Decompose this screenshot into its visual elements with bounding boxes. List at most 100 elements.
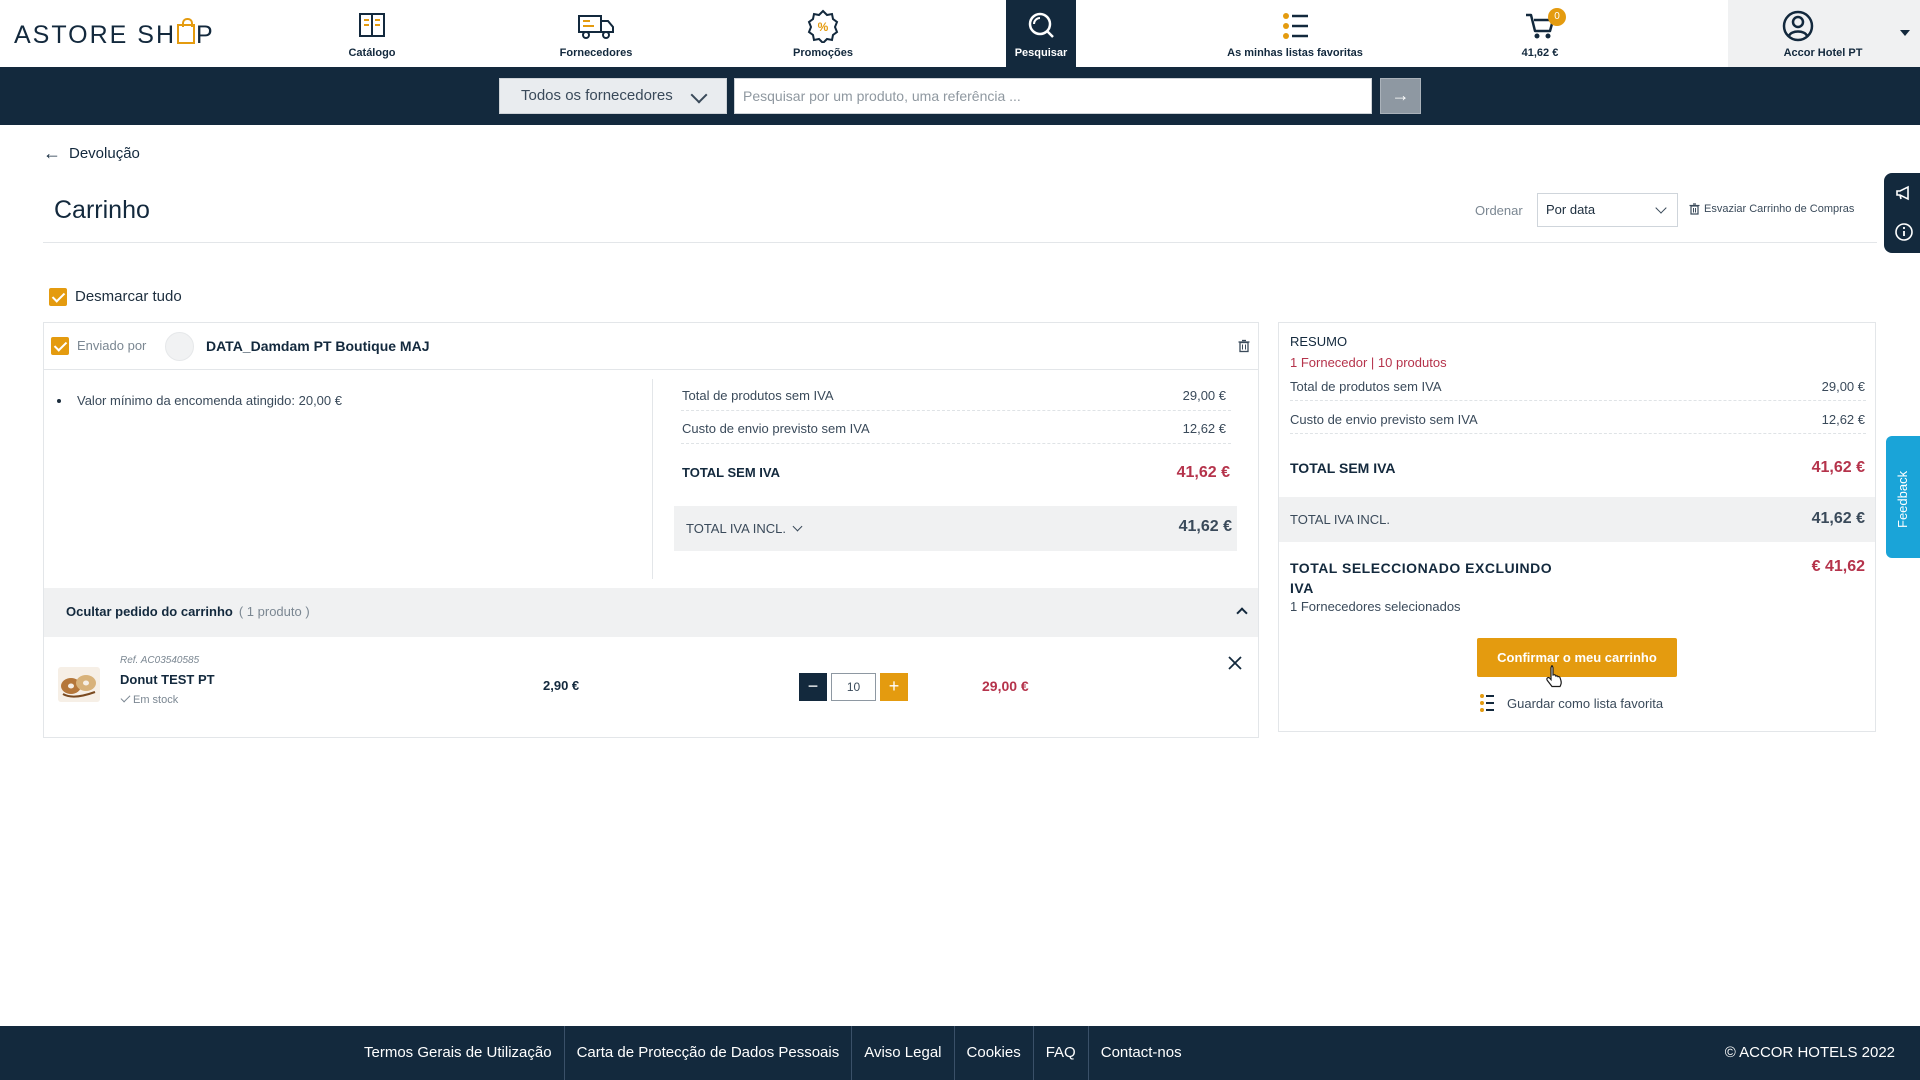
footer-links: Termos Gerais de Utilização Carta de Pro… bbox=[352, 1026, 1194, 1080]
chevron-down-icon bbox=[1655, 202, 1667, 214]
summary-row-value: 29,00 € bbox=[1182, 388, 1226, 403]
footer-link-cookies[interactable]: Cookies bbox=[953, 1026, 1033, 1080]
chevron-down-icon bbox=[690, 86, 708, 104]
summary-row: Total de produtos sem IVA 29,00 € bbox=[681, 378, 1231, 411]
divider bbox=[43, 242, 1877, 243]
info-icon[interactable] bbox=[1894, 222, 1914, 242]
product-name[interactable]: Donut TEST PT bbox=[120, 672, 215, 687]
brand-logo[interactable]: ASTORE SH P bbox=[14, 18, 215, 50]
sent-by-label: Enviado por bbox=[77, 338, 147, 353]
summary-vat-value: 41,62 € bbox=[1811, 510, 1865, 527]
summary-row-value: 12,62 € bbox=[1182, 421, 1226, 436]
select-all-checkbox[interactable] bbox=[49, 288, 67, 306]
summary-row: Total de produtos sem IVA 29,00 € bbox=[1279, 374, 1875, 407]
summary-row-label: Custo de envio previsto sem IVA bbox=[682, 421, 870, 436]
supplier-total-row: TOTAL SEM IVA 41,62 € bbox=[681, 460, 1231, 500]
account-menu[interactable]: Accor Hotel PT bbox=[1728, 0, 1920, 67]
nav-suppliers-label: Fornecedores bbox=[559, 47, 633, 59]
summary-row: Custo de envio previsto sem IVA 12,62 € bbox=[1279, 407, 1875, 440]
copyright: © ACCOR HOTELS 2022 bbox=[1724, 1044, 1895, 1061]
product-reference: Ref. AC03540585 bbox=[120, 655, 200, 666]
footer-link-faq[interactable]: FAQ bbox=[1032, 1026, 1088, 1080]
stock-status-label: Em stock bbox=[133, 694, 179, 706]
nav-catalog[interactable]: Catálogo bbox=[336, 0, 408, 67]
megaphone-icon[interactable] bbox=[1894, 183, 1914, 203]
search-bar: Todos os fornecedores → bbox=[0, 67, 1920, 125]
summary-row-value: 12,62 € bbox=[1821, 412, 1865, 427]
supplier-card-header: Enviado por DATA_Damdam PT Boutique MAJ bbox=[44, 323, 1258, 370]
supplier-total-value: 41,62 € bbox=[1176, 464, 1230, 481]
search-icon bbox=[1028, 12, 1054, 38]
summary-row-label: Total de produtos sem IVA bbox=[682, 388, 834, 403]
cart-count-badge: 0 bbox=[1548, 8, 1566, 26]
supplier-filter-value: Todos os fornecedores bbox=[521, 87, 673, 104]
quantity-input[interactable] bbox=[831, 673, 876, 701]
list-icon bbox=[1480, 694, 1494, 712]
footer-link-terms[interactable]: Termos Gerais de Utilização bbox=[352, 1026, 564, 1080]
shopping-bag-icon bbox=[177, 18, 196, 44]
list-icon bbox=[1283, 13, 1308, 39]
summary-vat-row: TOTAL IVA INCL. 41,62 € bbox=[1279, 497, 1875, 542]
supplier-name: DATA_Damdam PT Boutique MAJ bbox=[206, 338, 430, 354]
save-as-favorite-list-button[interactable]: Guardar como lista favorita bbox=[1479, 693, 1663, 713]
unit-price: 2,90 € bbox=[543, 678, 580, 693]
back-link[interactable]: ← Devolução bbox=[43, 144, 140, 162]
summary-total-value: 41,62 € bbox=[1811, 459, 1865, 476]
cart-total-label: 41,62 € bbox=[1521, 47, 1559, 59]
line-total: 29,00 € bbox=[982, 678, 1029, 694]
hand-pointer-icon bbox=[1546, 665, 1562, 688]
search-submit-button[interactable]: → bbox=[1380, 78, 1421, 114]
footer-link-legal[interactable]: Aviso Legal bbox=[851, 1026, 953, 1080]
order-summary-panel: RESUMO 1 Fornecedor | 10 produtos Total … bbox=[1278, 322, 1876, 732]
search-input[interactable] bbox=[734, 78, 1372, 114]
sort-label: Ordenar bbox=[1475, 203, 1523, 218]
supplier-total-label: TOTAL SEM IVA bbox=[682, 465, 780, 480]
side-tools bbox=[1884, 173, 1920, 253]
sort-select[interactable]: Por data bbox=[1537, 193, 1678, 227]
nav-search[interactable]: Pesquisar bbox=[1006, 0, 1076, 67]
caret-down-icon bbox=[1900, 30, 1910, 36]
vat-total-label: TOTAL IVA INCL. bbox=[686, 521, 803, 536]
product-count: ( 1 produto ) bbox=[238, 604, 310, 619]
summary-subtitle: 1 Fornecedor | 10 produtos bbox=[1290, 355, 1447, 370]
nav-cart[interactable]: 0 41,62 € bbox=[1512, 0, 1568, 67]
back-link-label: Devolução bbox=[69, 144, 140, 162]
nav-favorite-lists-label: As minhas listas favoritas bbox=[1227, 47, 1363, 59]
nav-suppliers[interactable]: Fornecedores bbox=[555, 0, 637, 67]
supplier-filter-select[interactable]: Todos os fornecedores bbox=[499, 78, 727, 114]
quantity-decrease-button[interactable]: − bbox=[799, 673, 827, 701]
footer-link-privacy[interactable]: Carta de Protecção de Dados Pessoais bbox=[563, 1026, 852, 1080]
vat-total-toggle[interactable]: TOTAL IVA INCL. 41,62 € bbox=[674, 506, 1237, 551]
summary-row-value: 29,00 € bbox=[1821, 379, 1865, 394]
feedback-label: Feedback bbox=[1895, 470, 1910, 528]
feedback-tab[interactable]: Feedback bbox=[1886, 436, 1920, 558]
page-title: Carrinho bbox=[54, 196, 150, 224]
remove-product-close-icon[interactable] bbox=[1225, 653, 1245, 673]
stock-status: Em stock bbox=[120, 692, 179, 706]
summary-total-row: TOTAL SEM IVA 41,62 € bbox=[1279, 451, 1875, 489]
min-order-note: Valor mínimo da encomenda atingido: 20,0… bbox=[57, 393, 342, 408]
account-name: Accor Hotel PT bbox=[1783, 47, 1863, 59]
hide-order-label: Ocultar pedido do carrinho ( 1 produto ) bbox=[66, 604, 310, 619]
nav-promotions[interactable]: % Promoções bbox=[790, 0, 856, 67]
summary-total-label: TOTAL SEM IVA bbox=[1290, 460, 1396, 476]
nav-favorite-lists[interactable]: As minhas listas favoritas bbox=[1225, 0, 1365, 67]
supplier-checkbox[interactable] bbox=[51, 337, 69, 355]
vat-total-value: 41,62 € bbox=[1178, 518, 1232, 535]
save-as-favorite-label: Guardar como lista favorita bbox=[1507, 695, 1664, 711]
summary-row-label: Total de produtos sem IVA bbox=[1290, 379, 1442, 394]
divider bbox=[1290, 400, 1866, 401]
trash-icon[interactable] bbox=[1236, 338, 1252, 354]
supplier-logo bbox=[165, 332, 194, 361]
plus-icon: + bbox=[888, 676, 900, 696]
confirm-cart-button[interactable]: Confirmar o meu carrinho bbox=[1477, 638, 1677, 677]
product-thumbnail[interactable] bbox=[58, 667, 100, 702]
footer-link-contact[interactable]: Contact-nos bbox=[1087, 1026, 1194, 1080]
hide-order-toggle[interactable]: Ocultar pedido do carrinho ( 1 produto ) bbox=[44, 588, 1258, 637]
nav-search-label: Pesquisar bbox=[1014, 47, 1068, 59]
empty-cart-button[interactable]: Esvaziar Carrinho de Compras bbox=[1689, 203, 1854, 215]
trash-icon bbox=[1689, 203, 1700, 215]
catalog-book-icon bbox=[359, 13, 385, 37]
quantity-increase-button[interactable]: + bbox=[880, 673, 908, 701]
summary-vat-label: TOTAL IVA INCL. bbox=[1290, 512, 1390, 527]
